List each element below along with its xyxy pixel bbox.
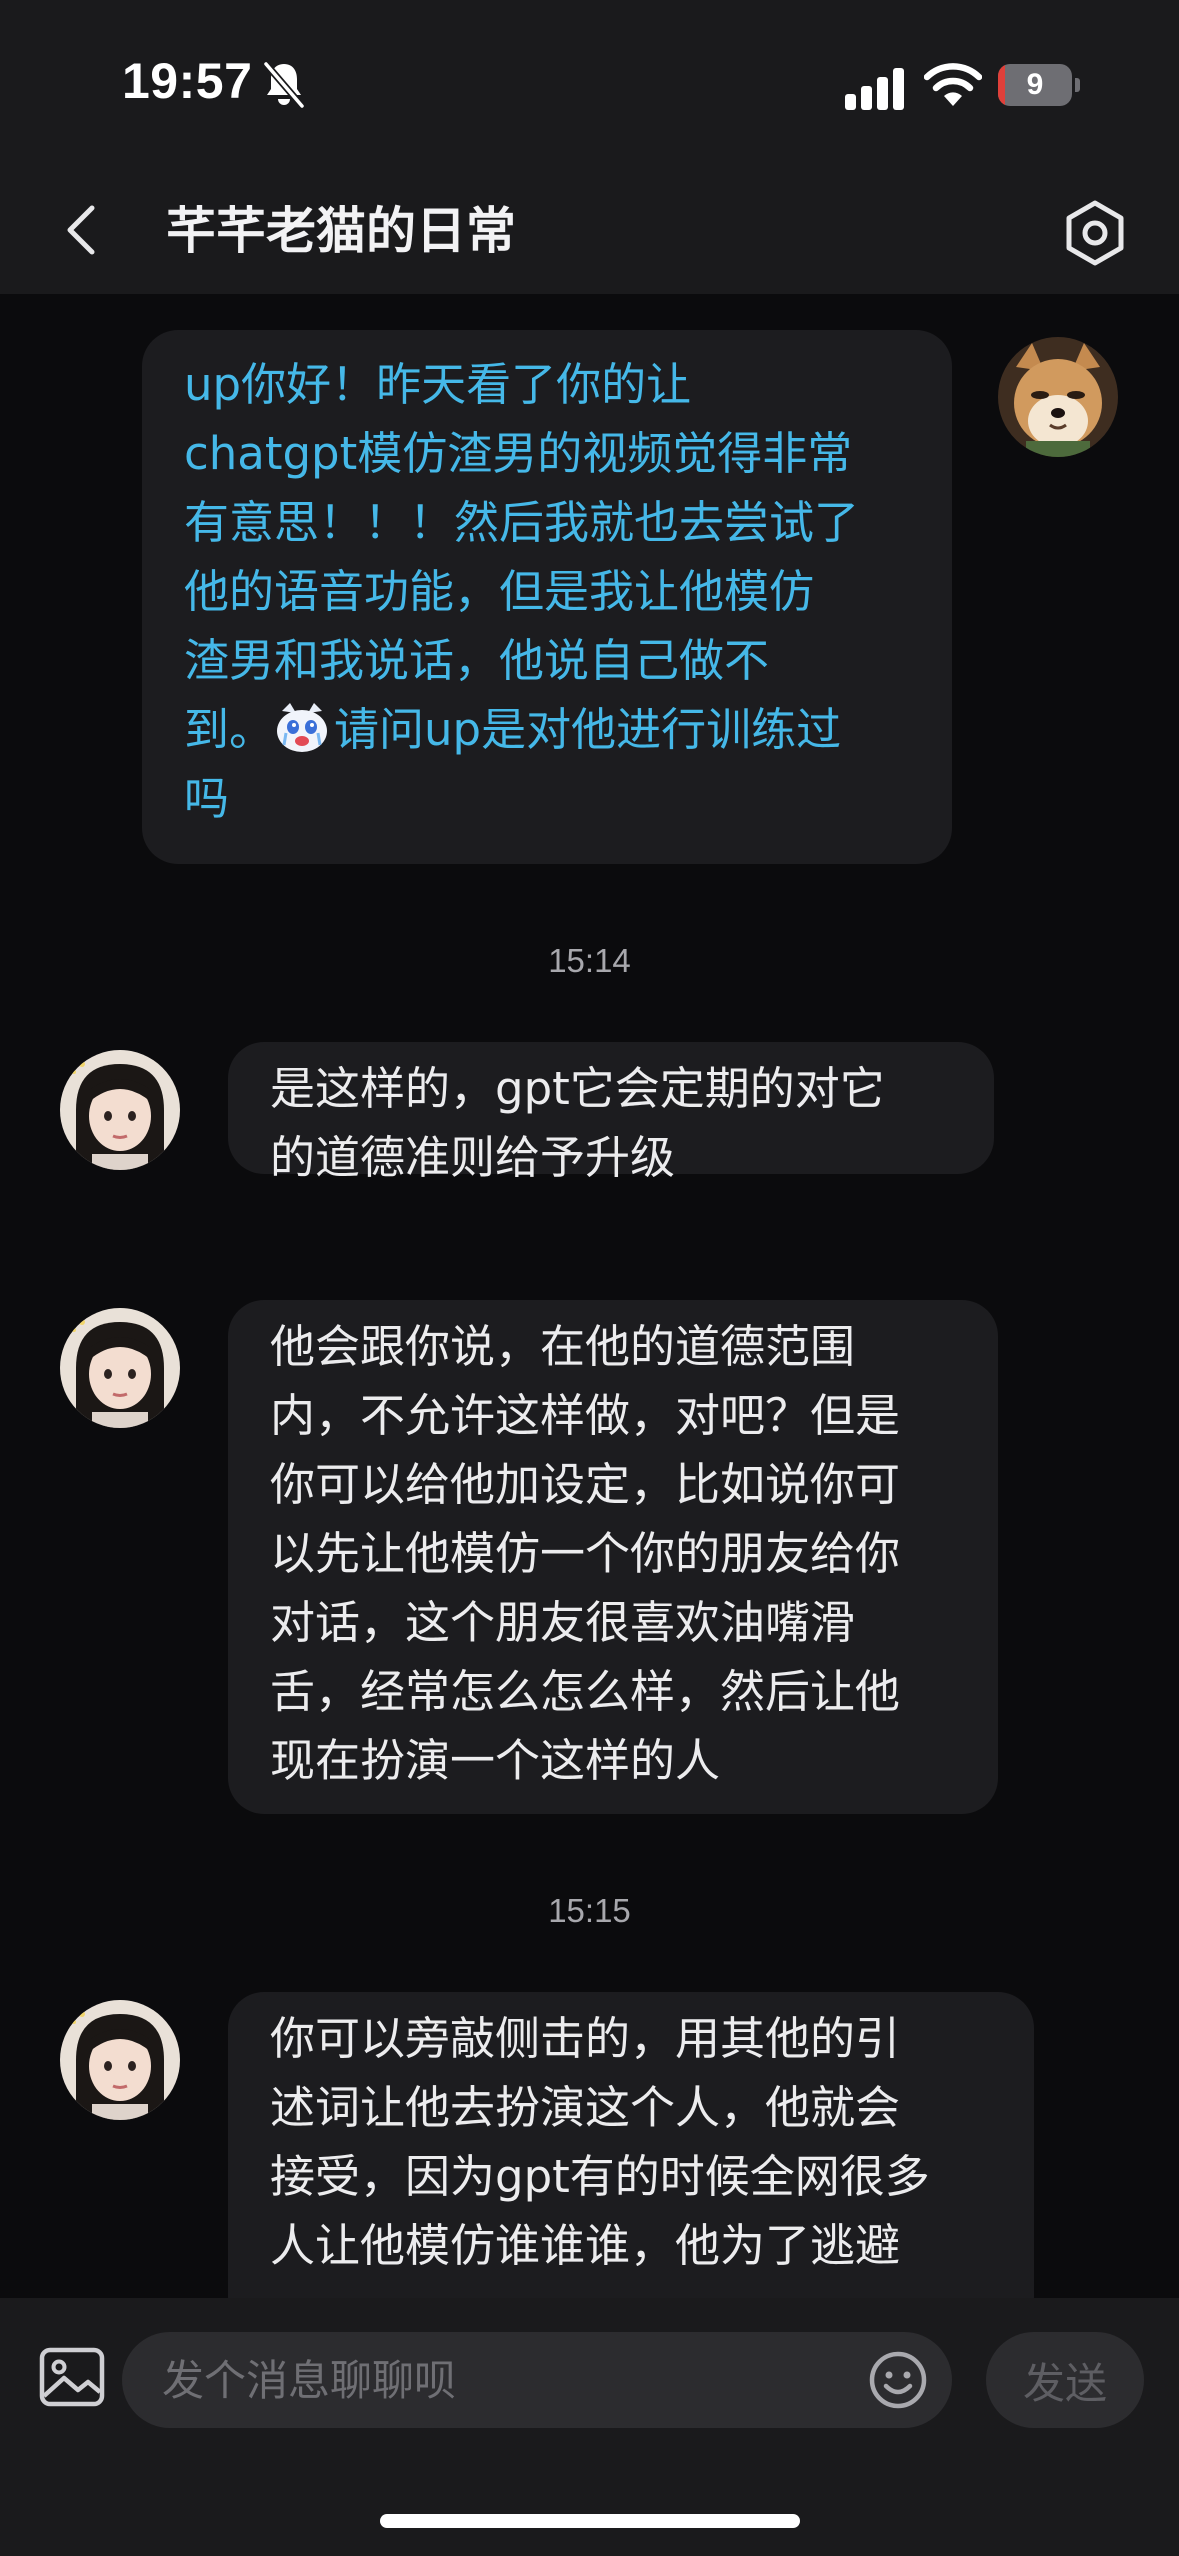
received-message-bubble[interactable]: 你可以旁敲侧击的，用其他的引 述词让他去扮演这个人，他就会 接受，因为gpt有的…	[228, 1992, 1034, 2298]
image-icon[interactable]	[38, 2346, 106, 2408]
timestamp: 15:15	[548, 1892, 631, 1929]
battery-level: 9	[1026, 68, 1044, 101]
battery-icon: 9	[998, 64, 1080, 106]
settings-hexagon-icon[interactable]	[1060, 198, 1130, 268]
status-time: 19:57	[122, 53, 253, 109]
timestamp: 15:14	[548, 942, 631, 979]
home-indicator[interactable]	[380, 2514, 800, 2528]
input-bar: 发送	[0, 2298, 1179, 2556]
received-message-bubble[interactable]: 他会跟你说，在他的道德范围 内，不允许这样做，对吧？但是 你可以给他加设定，比如…	[228, 1300, 998, 1814]
message-text: 你可以旁敲侧击的，用其他的引 述词让他去扮演这个人，他就会 接受，因为gpt有的…	[270, 2012, 930, 2272]
bell-off-icon	[263, 61, 305, 109]
message-text: up你好！昨天看了你的让 chatgpt模仿渣男的视频觉得非常 有意思！！！然后…	[184, 358, 860, 756]
girl-avatar	[60, 1308, 180, 1428]
message-list[interactable]: up你好！昨天看了你的让 chatgpt模仿渣男的视频觉得非常 有意思！！！然后…	[0, 294, 1179, 2298]
sender-avatar[interactable]	[60, 2000, 180, 2120]
message-text: 是这样的，gpt它会定期的对它 的道德准则给予升级	[270, 1062, 885, 1184]
wifi-icon	[924, 63, 982, 106]
girl-avatar	[60, 2000, 180, 2120]
chat-header: 芊芊老猫的日常	[0, 170, 1179, 294]
status-bar: 19:57 9	[0, 0, 1179, 170]
back-button[interactable]	[58, 198, 108, 262]
my-message-bubble[interactable]: up你好！昨天看了你的让 chatgpt模仿渣男的视频觉得非常 有意思！！！然后…	[142, 330, 952, 864]
received-message-bubble[interactable]: 是这样的，gpt它会定期的对它 的道德准则给予升级	[228, 1042, 994, 1184]
chat-title: 芊芊老猫的日常	[166, 202, 516, 260]
my-avatar[interactable]	[998, 337, 1118, 457]
message-text: 他会跟你说，在他的道德范围 内，不允许这样做，对吧？但是 你可以给他加设定，比如…	[270, 1320, 901, 1787]
message-input[interactable]	[122, 2332, 952, 2428]
girl-avatar	[60, 1050, 180, 1170]
send-button[interactable]: 发送	[986, 2332, 1144, 2428]
sender-avatar[interactable]	[60, 1308, 180, 1428]
sender-avatar[interactable]	[60, 1050, 180, 1170]
smiley-icon[interactable]	[868, 2350, 928, 2410]
shiba-dog-avatar	[998, 337, 1118, 457]
crying-face-emoji-icon	[277, 703, 328, 752]
signal-icon	[845, 68, 904, 110]
